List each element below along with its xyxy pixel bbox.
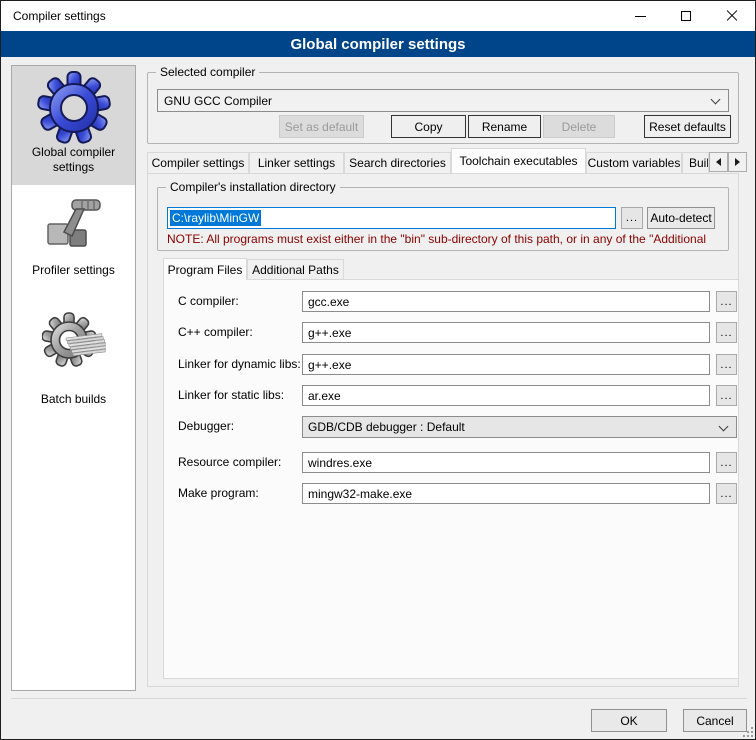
selected-compiler-group-label: Selected compiler — [156, 65, 259, 79]
settings-category-list: Global compiler settings Profiler settin… — [11, 65, 136, 691]
make-program-input[interactable]: mingw32-make.exe — [302, 483, 710, 504]
c-compiler-input[interactable]: gcc.exe — [302, 291, 710, 312]
sidebar-item-batch-builds[interactable]: Batch builds — [12, 304, 135, 416]
subtab-additional-paths[interactable]: Additional Paths — [247, 259, 344, 279]
linker-dynamic-label: Linker for dynamic libs: — [178, 354, 301, 375]
tab-build-options[interactable]: Build options — [682, 152, 709, 173]
installation-directory-input[interactable]: C:\raylib\MinGW — [167, 207, 616, 229]
resource-compiler-input[interactable]: windres.exe — [302, 452, 710, 473]
linker-dynamic-browse-button[interactable]: ... — [716, 354, 737, 375]
tab-scroll-left-icon — [716, 158, 721, 166]
gray-gear-stack-icon — [42, 310, 106, 374]
titlebar[interactable]: Compiler settings — [1, 1, 755, 31]
close-button[interactable] — [709, 1, 755, 31]
tab-custom-variables[interactable]: Custom variables — [586, 152, 682, 173]
maximize-icon — [681, 11, 691, 21]
make-program-browse-button[interactable]: ... — [716, 483, 737, 504]
banner-title: Global compiler settings — [290, 36, 465, 53]
tab-scroll-left-button[interactable] — [709, 152, 728, 172]
c-compiler-label: C compiler: — [178, 291, 239, 312]
minimize-button[interactable] — [617, 1, 663, 31]
compiler-select-value: GNU GCC Compiler — [164, 94, 272, 108]
linker-dynamic-input[interactable]: g++.exe — [302, 354, 710, 375]
compiler-select[interactable]: GNU GCC Compiler — [157, 89, 729, 112]
installation-note: NOTE: All programs must exist either in … — [167, 232, 733, 246]
cancel-button[interactable]: Cancel — [683, 709, 747, 732]
auto-detect-button[interactable]: Auto-detect — [647, 207, 715, 229]
maximize-button[interactable] — [663, 1, 709, 31]
debugger-select[interactable]: GDB/CDB debugger : Default — [302, 416, 737, 438]
sidebar-item-profiler-settings[interactable]: Profiler settings — [12, 190, 135, 290]
ok-button[interactable]: OK — [591, 709, 667, 732]
installation-directory-value: C:\raylib\MinGW — [170, 210, 261, 226]
resource-compiler-label: Resource compiler: — [178, 452, 281, 473]
sidebar-item-label: Global compiler settings — [12, 145, 135, 175]
debugger-label: Debugger: — [178, 416, 234, 437]
blue-gear-icon — [36, 69, 112, 145]
dialog-banner: Global compiler settings — [1, 31, 755, 57]
subtab-program-files[interactable]: Program Files — [163, 258, 247, 280]
sidebar-item-label: Batch builds — [12, 392, 135, 407]
reset-defaults-button[interactable]: Reset defaults — [644, 115, 731, 138]
c-compiler-browse-button[interactable]: ... — [716, 291, 737, 312]
rename-button[interactable]: Rename — [468, 115, 541, 138]
cpp-compiler-input[interactable]: g++.exe — [302, 322, 710, 343]
tab-compiler-settings[interactable]: Compiler settings — [147, 152, 249, 173]
resize-grip[interactable] — [744, 728, 753, 737]
linker-static-browse-button[interactable]: ... — [716, 385, 737, 406]
footer-separator — [11, 698, 747, 699]
tab-search-directories[interactable]: Search directories — [344, 152, 451, 173]
tab-scroll-right-icon — [735, 158, 740, 166]
tab-toolchain-executables[interactable]: Toolchain executables — [451, 148, 586, 173]
linker-static-input[interactable]: ar.exe — [302, 385, 710, 406]
linker-static-label: Linker for static libs: — [178, 385, 284, 406]
sidebar-item-global-compiler-settings[interactable]: Global compiler settings — [12, 66, 135, 185]
minimize-icon — [635, 16, 646, 17]
tab-scroll-right-button[interactable] — [728, 152, 747, 172]
installation-directory-browse-button[interactable]: ... — [621, 207, 643, 229]
resource-compiler-browse-button[interactable]: ... — [716, 452, 737, 473]
installation-directory-group-label: Compiler's installation directory — [166, 180, 340, 194]
combo-chevron-icon — [711, 95, 721, 105]
cpp-compiler-label: C++ compiler: — [178, 322, 253, 343]
program-files-page: C compiler: gcc.exe ... C++ compiler: g+… — [163, 279, 739, 679]
delete-button: Delete — [543, 115, 615, 138]
tab-linker-settings[interactable]: Linker settings — [249, 152, 344, 173]
window-title: Compiler settings — [13, 9, 106, 23]
copy-button[interactable]: Copy — [391, 115, 466, 138]
close-icon — [725, 9, 739, 23]
profiler-caliper-icon — [42, 194, 106, 258]
sidebar-item-label: Profiler settings — [12, 263, 135, 278]
make-program-label: Make program: — [178, 483, 259, 504]
combo-chevron-icon — [719, 422, 729, 432]
compiler-settings-dialog: Compiler settings Global compiler settin… — [0, 0, 756, 740]
set-as-default-button: Set as default — [279, 115, 364, 138]
cpp-compiler-browse-button[interactable]: ... — [716, 322, 737, 343]
